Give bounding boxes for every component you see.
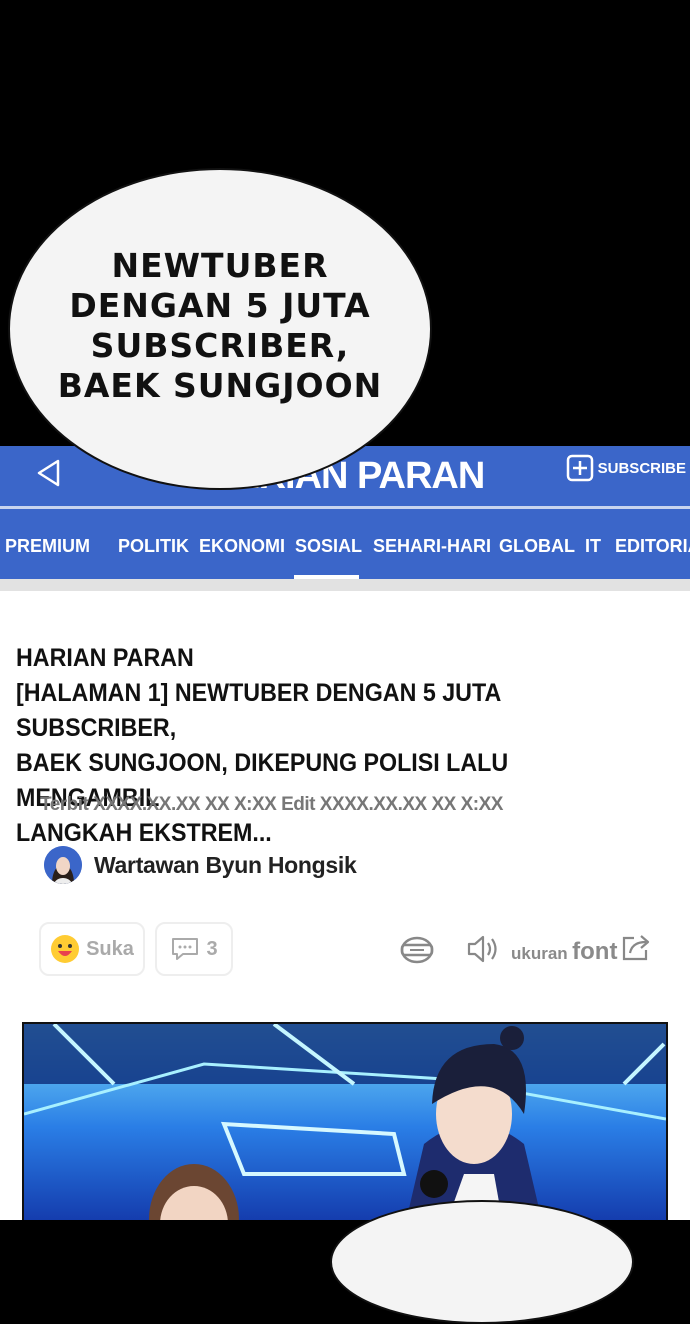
reader-icon[interactable]: [398, 934, 436, 966]
back-icon[interactable]: [34, 458, 64, 488]
author-name: Wartawan Byun Hongsik: [94, 851, 357, 878]
author-row[interactable]: Wartawan Byun Hongsik: [44, 846, 357, 884]
headline-line: HARIAN PARAN: [16, 644, 194, 672]
tab-politik[interactable]: POLITIK: [118, 536, 189, 557]
smiley-icon: [51, 935, 80, 963]
article-image: [22, 1022, 668, 1232]
subscribe-plus-icon: [566, 454, 593, 482]
share-icon[interactable]: [620, 933, 654, 963]
speaker-icon[interactable]: [466, 934, 500, 964]
avatar-portrait-icon: [44, 846, 82, 884]
content-divider: [0, 579, 690, 591]
tab-sehari-hari[interactable]: SEHARI-HARI: [373, 536, 491, 557]
tab-sosial[interactable]: SOSIAL: [295, 536, 362, 557]
speech-bubble-text: NEWTUBER DENGAN 5 JUTA SUBSCRIBER, BAEK …: [57, 246, 383, 405]
like-button[interactable]: Suka: [39, 922, 145, 976]
subscribe-label: SUBSCRIBE: [597, 459, 686, 477]
like-label: Suka: [86, 937, 134, 960]
font-size-label-small: ukuran: [511, 944, 568, 963]
article-image-illustration: [24, 1024, 666, 1230]
subscribe-button[interactable]: SUBSCRIBE: [566, 454, 686, 482]
tab-it[interactable]: IT: [585, 536, 601, 557]
speech-bubble-partial: [330, 1200, 634, 1324]
speech-bubble: NEWTUBER DENGAN 5 JUTA SUBSCRIBER, BAEK …: [8, 168, 432, 490]
tab-editoria[interactable]: EDITORIA: [615, 536, 690, 557]
headline-line: [HALAMAN 1] NEWTUBER DENGAN 5 JUTA SUBSC…: [16, 679, 501, 742]
avatar: [44, 846, 82, 884]
comment-button[interactable]: 3: [155, 922, 233, 976]
category-nav: PREMIUM POLITIK EKONOMI SOSIAL SEHARI-HA…: [0, 509, 690, 579]
comment-count: 3: [206, 937, 218, 960]
publish-meta: Terbit XXXX.XX.XX XX X:XX Edit XXXX.XX.X…: [40, 794, 503, 815]
comment-icon: [172, 938, 199, 960]
tab-global[interactable]: GLOBAL: [499, 536, 575, 557]
font-size-label-big: font: [572, 938, 618, 965]
font-size-button[interactable]: ukuran font: [511, 938, 617, 966]
article-headline: HARIAN PARAN [HALAMAN 1] NEWTUBER DENGAN…: [16, 641, 641, 851]
tab-ekonomi[interactable]: EKONOMI: [199, 536, 285, 557]
tab-premium[interactable]: PREMIUM: [5, 536, 90, 557]
